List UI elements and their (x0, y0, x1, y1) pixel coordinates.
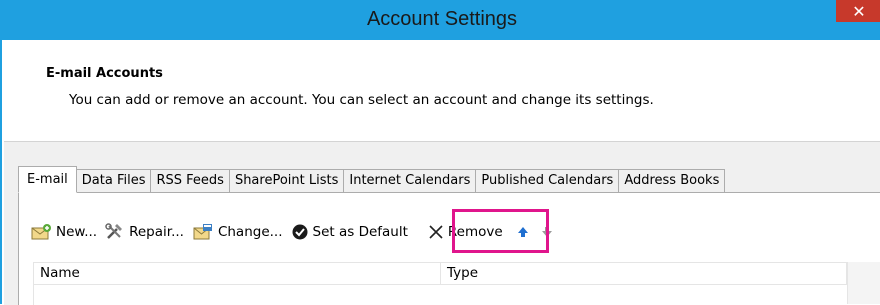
change-button[interactable]: Change... (188, 220, 287, 244)
tab-strip: E-mail Data Files RSS Feeds SharePoint L… (18, 166, 726, 193)
new-account-icon (31, 224, 51, 240)
new-label: New... (56, 224, 98, 240)
column-header-type[interactable]: Type (441, 262, 847, 284)
tab-sharepoint-lists[interactable]: SharePoint Lists (229, 169, 345, 193)
set-as-default-button[interactable]: Set as Default (287, 220, 412, 244)
window-title: Account Settings (366, 8, 518, 30)
tab-address-books[interactable]: Address Books (619, 169, 726, 193)
remove-x-icon (429, 225, 443, 239)
section-description: You can add or remove an account. You ca… (69, 92, 654, 108)
list-header: Name Type (33, 262, 847, 285)
account-settings-window: Account Settings ✕ E-mail Accounts You c… (0, 0, 880, 305)
repair-tools-icon (105, 223, 123, 239)
column-header-name[interactable]: Name (33, 262, 441, 284)
title-bar: Account Settings ✕ (2, 0, 880, 40)
remove-highlight-box (452, 209, 549, 253)
checkmark-circle-icon (292, 224, 308, 240)
repair-label: Repair... (129, 224, 184, 240)
change-label: Change... (217, 224, 283, 240)
list-scrollbar[interactable] (847, 262, 880, 304)
tab-data-files[interactable]: Data Files (76, 169, 152, 193)
new-button[interactable]: New... (26, 220, 101, 244)
repair-button[interactable]: Repair... (101, 220, 188, 244)
tab-published-calendars[interactable]: Published Calendars (476, 169, 620, 193)
tab-rss-feeds[interactable]: RSS Feeds (151, 169, 230, 193)
close-button[interactable]: ✕ (836, 0, 880, 22)
tab-email[interactable]: E-mail (18, 166, 77, 193)
tab-internet-calendars[interactable]: Internet Calendars (344, 169, 477, 193)
section-title: E-mail Accounts (46, 66, 163, 81)
change-settings-icon (193, 224, 212, 240)
set-as-default-label: Set as Default (312, 224, 408, 240)
